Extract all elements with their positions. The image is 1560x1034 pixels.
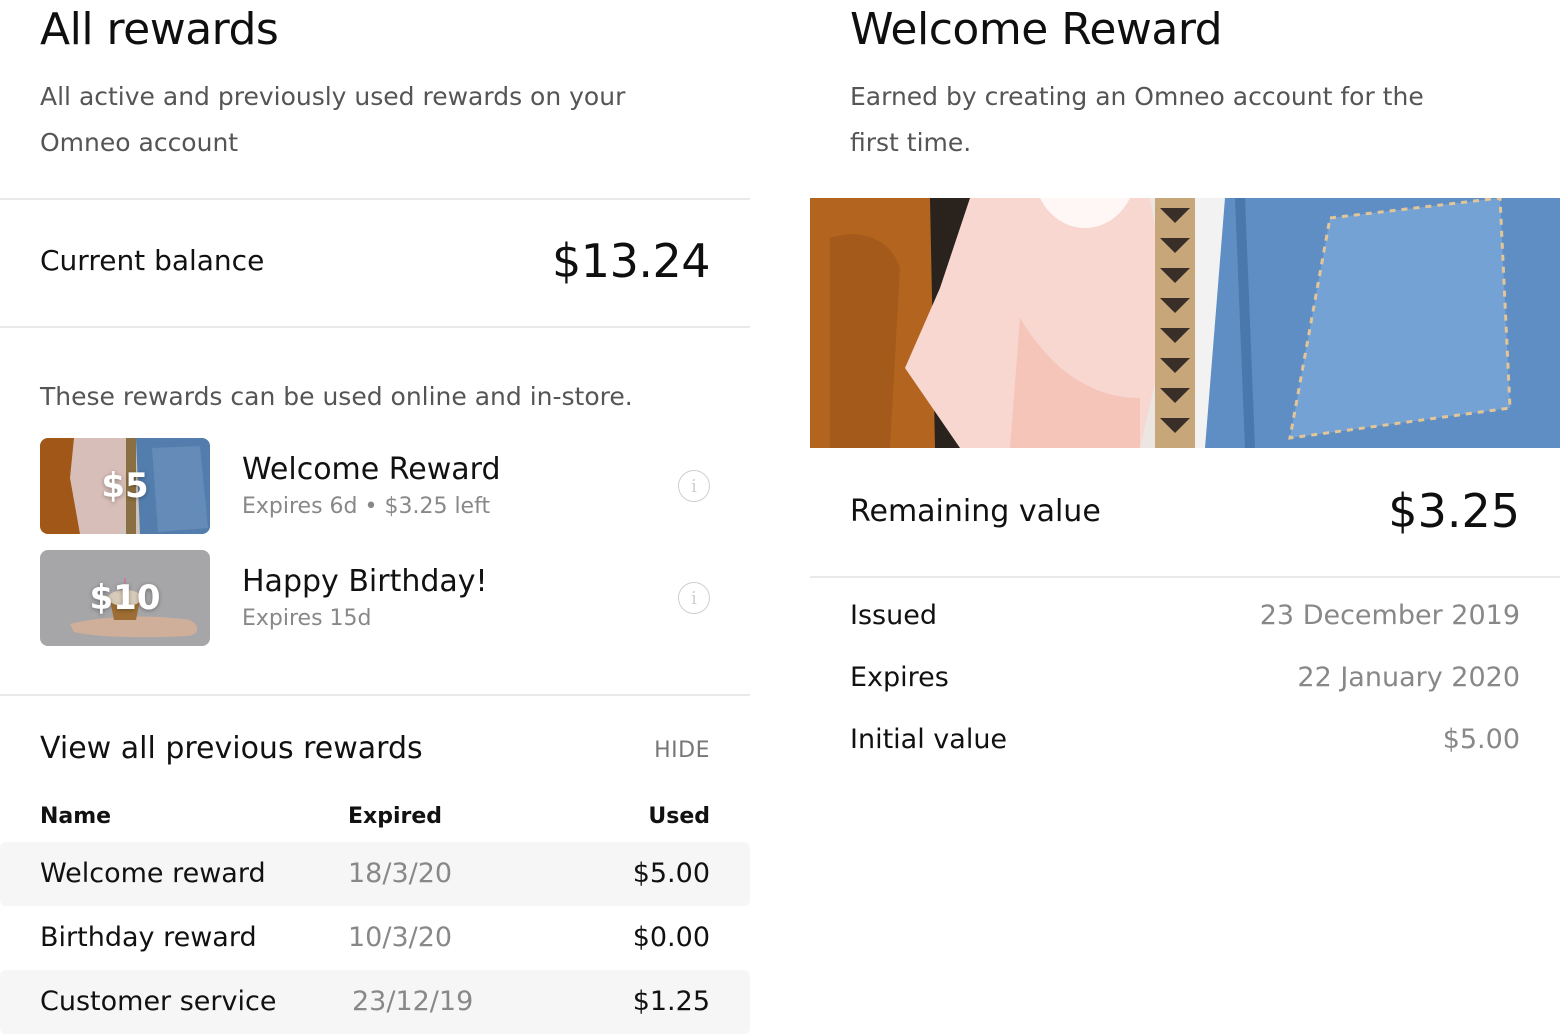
divider [0,694,750,696]
row-used: $1.25 [632,986,710,1017]
row-name: Welcome reward [40,858,266,889]
expires-value: 22 January 2020 [1297,662,1520,693]
row-expired: 10/3/20 [348,922,453,953]
info-icon[interactable]: i [678,582,710,614]
row-expired: 23/12/19 [352,986,474,1017]
row-name: Birthday reward [40,922,257,953]
page-title: All rewards [40,4,279,55]
reward-name: Welcome Reward [242,452,501,487]
reward-item-birthday[interactable]: $10 Happy Birthday! Expires 15d i [0,550,750,646]
row-name: Customer service [40,986,277,1017]
initial-value-label: Initial value [850,724,1008,755]
remaining-value-amount: $3.25 [1388,484,1520,538]
current-balance-label: Current balance [40,244,265,277]
reward-meta: Expires 6d • $3.25 left [242,494,491,519]
column-header-expired: Expired [348,804,443,829]
reward-detail-title: Welcome Reward [850,4,1223,55]
reward-detail-subtitle-line2: first time. [850,128,972,157]
table-row: Welcome reward 18/3/20 $5.00 [0,842,750,906]
clothes-rack-hero-image [810,198,1560,448]
column-header-used: Used [648,804,710,829]
rewards-usage-hint: These rewards can be used online and in-… [40,382,633,411]
reward-thumb-amount: $10 [89,578,161,618]
reward-thumbnail-cupcake: $10 [40,550,210,646]
page-subtitle-line2: Omneo account [40,128,239,157]
column-header-name: Name [40,804,112,829]
initial-value-amount: $5.00 [1442,724,1520,755]
reward-thumb-amount: $5 [101,466,149,506]
divider [810,576,1560,578]
reward-name: Happy Birthday! [242,564,488,599]
reward-meta: Expires 15d [242,606,372,631]
issued-value: 23 December 2019 [1259,600,1520,631]
reward-detail-subtitle-line1: Earned by creating an Omneo account for … [850,82,1424,111]
table-row: Birthday reward 10/3/20 $0.00 [0,906,750,970]
page-subtitle-line1: All active and previously used rewards o… [40,82,626,111]
info-icon[interactable]: i [678,470,710,502]
current-balance-value: $13.24 [552,234,710,288]
remaining-value-label: Remaining value [850,494,1101,529]
reward-item-welcome[interactable]: $5 Welcome Reward Expires 6d • $3.25 lef… [0,438,750,534]
divider [0,326,750,328]
reward-hero-image [810,198,1560,448]
all-rewards-panel: All rewards All active and previously us… [0,0,750,1034]
divider [0,198,750,200]
hide-previous-rewards-link[interactable]: HIDE [654,738,710,763]
row-used: $0.00 [632,922,710,953]
expires-label: Expires [850,662,949,693]
table-row: Customer service 23/12/19 $1.25 [0,970,750,1034]
reward-thumbnail-clothes: $5 [40,438,210,534]
issued-label: Issued [850,600,937,631]
row-used: $5.00 [632,858,710,889]
reward-detail-panel: Welcome Reward Earned by creating an Omn… [810,0,1560,1034]
previous-rewards-title: View all previous rewards [40,731,423,766]
row-expired: 18/3/20 [348,858,453,889]
